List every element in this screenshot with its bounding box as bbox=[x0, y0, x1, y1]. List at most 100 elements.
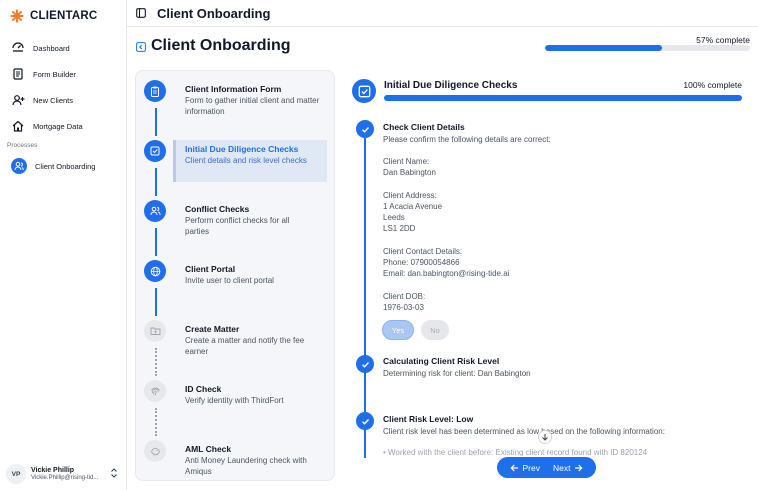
client-address-label: Client Address: bbox=[383, 191, 437, 200]
sidebar-item-label: Mortgage Data bbox=[33, 121, 83, 131]
form-icon bbox=[11, 67, 25, 81]
overall-progress-bar bbox=[545, 45, 750, 51]
client-address-line: Leeds bbox=[383, 213, 405, 222]
overall-progress-fill bbox=[545, 45, 662, 51]
no-button[interactable]: No bbox=[421, 320, 449, 340]
sidebar-item-label: Client Onboarding bbox=[35, 161, 96, 171]
brand[interactable]: CLIENTARC bbox=[10, 9, 97, 23]
step-title: Conflict Checks bbox=[185, 204, 250, 214]
detail-progress-fill bbox=[384, 95, 742, 101]
chevron-up-down-icon bbox=[111, 468, 117, 478]
step-title: Client Information Form bbox=[185, 84, 282, 94]
next-button[interactable]: Next bbox=[553, 462, 584, 473]
checkbox-icon bbox=[144, 140, 166, 162]
prev-label: Prev bbox=[522, 462, 540, 473]
avatar: VP bbox=[6, 464, 26, 484]
add-user-icon bbox=[11, 93, 25, 107]
piggy-bank-icon bbox=[144, 440, 166, 462]
step-title: ID Check bbox=[185, 384, 222, 394]
folder-icon bbox=[144, 320, 166, 342]
step-title: Client Portal bbox=[185, 264, 236, 274]
prev-button[interactable]: Prev bbox=[509, 462, 540, 473]
steps-panel: Client Information Form Form to gather i… bbox=[135, 70, 335, 481]
step-description: Form to gather initial client and matter… bbox=[185, 96, 320, 117]
brand-logo-icon bbox=[10, 9, 24, 23]
step-connector bbox=[155, 108, 157, 136]
sidebar-item-label: New Clients bbox=[33, 95, 74, 105]
checkbox-icon bbox=[352, 79, 376, 103]
client-contact-label: Client Contact Details: bbox=[383, 247, 463, 256]
brand-name: CLIENTARC bbox=[30, 10, 98, 22]
user-email: Vickie.Phillip@rising-tid... bbox=[31, 474, 99, 481]
home-icon bbox=[11, 119, 25, 133]
yes-button[interactable]: Yes bbox=[382, 320, 414, 340]
risk-bullet: • Worked with the client before: Existin… bbox=[383, 448, 648, 456]
client-dob-label: Client DOB: bbox=[383, 292, 426, 301]
sidebar-item-label: Dashboard bbox=[33, 43, 70, 53]
timeline-line bbox=[364, 428, 366, 458]
step-description: Anti Money Laundering check with Amiqus bbox=[185, 456, 307, 477]
sidebar-toggle-icon[interactable] bbox=[136, 8, 146, 18]
topbar: Client Onboarding bbox=[127, 0, 758, 27]
clipboard-icon bbox=[144, 80, 166, 102]
section-label-processes: Processes bbox=[7, 142, 38, 149]
sidebar-item-mortgage-data[interactable]: Mortgage Data bbox=[8, 115, 120, 137]
fingerprint-icon bbox=[144, 380, 166, 402]
pager: Prev Next bbox=[497, 457, 596, 478]
check-icon bbox=[356, 355, 374, 373]
sidebar-item-new-clients[interactable]: New Clients bbox=[8, 89, 120, 111]
detail-progress-label: 100% complete bbox=[683, 80, 742, 90]
check-icon bbox=[356, 412, 374, 430]
sidebar-item-dashboard[interactable]: Dashboard bbox=[8, 37, 120, 59]
check-title: Client Risk Level: Low bbox=[383, 414, 474, 424]
timeline-line bbox=[364, 138, 366, 356]
arrow-left-icon bbox=[509, 464, 518, 471]
step-title: AML Check bbox=[185, 444, 232, 454]
step-connector bbox=[155, 288, 157, 316]
client-email: Email: dan.babington@rising-tide.ai bbox=[383, 269, 510, 278]
check-text: Determining risk for client: Dan Babingt… bbox=[383, 369, 531, 378]
step-connector bbox=[155, 168, 157, 196]
user-name: Vickie Phillip bbox=[31, 466, 75, 474]
arrow-right-icon bbox=[575, 464, 584, 471]
users-icon bbox=[144, 200, 166, 222]
dashboard-icon bbox=[11, 41, 25, 55]
client-phone: Phone: 07900054866 bbox=[383, 258, 460, 267]
scroll-down-button[interactable] bbox=[538, 430, 552, 444]
step-connector-pending bbox=[155, 408, 157, 436]
step-description: Invite user to client portal bbox=[185, 276, 274, 285]
next-label: Next bbox=[553, 462, 571, 473]
step-connector bbox=[155, 228, 157, 256]
check-title: Check Client Details bbox=[383, 122, 465, 132]
sidebar: CLIENTARC Dashboard Form Builder New Cli… bbox=[0, 0, 127, 490]
users-icon bbox=[11, 158, 27, 174]
overall-progress-label: 57% complete bbox=[696, 35, 750, 45]
check-intro: Please confirm the following details are… bbox=[383, 135, 551, 144]
step-title: Create Matter bbox=[185, 324, 240, 334]
sidebar-item-client-onboarding[interactable]: Client Onboarding bbox=[8, 155, 120, 177]
step-title: Initial Due Diligence Checks bbox=[185, 144, 299, 154]
page-title: Client Onboarding bbox=[151, 37, 291, 54]
step-description: Verify identity with ThirdFort bbox=[185, 396, 284, 405]
client-address-line: 1 Acacia Avenue bbox=[383, 202, 443, 211]
globe-icon bbox=[144, 260, 166, 282]
detail-title: Initial Due Diligence Checks bbox=[384, 80, 518, 91]
detail-progress-bar bbox=[384, 95, 742, 101]
client-dob-value: 1976-03-03 bbox=[383, 303, 424, 312]
step-connector-pending bbox=[155, 348, 157, 376]
client-address-line: LS1 2DD bbox=[383, 224, 416, 233]
step-description: Perform conflict checks for all parties bbox=[185, 216, 290, 237]
sidebar-item-form-builder[interactable]: Form Builder bbox=[8, 63, 120, 85]
check-text: Client risk level has been determined as… bbox=[383, 427, 665, 436]
timeline-line bbox=[364, 372, 366, 412]
topbar-title: Client Onboarding bbox=[157, 5, 271, 21]
back-icon[interactable] bbox=[136, 42, 146, 52]
step-description: Create a matter and notify the fee earne… bbox=[185, 336, 305, 357]
step-description: Client details and risk level checks bbox=[185, 156, 307, 165]
arrow-down-icon bbox=[542, 434, 548, 441]
sidebar-item-label: Form Builder bbox=[33, 69, 76, 79]
check-title: Calculating Client Risk Level bbox=[383, 356, 500, 366]
user-menu[interactable]: VP Vickie Phillip Vickie.Phillip@rising-… bbox=[6, 461, 122, 487]
client-name-label: Client Name: bbox=[383, 157, 430, 166]
client-name-value: Dan Babington bbox=[383, 168, 436, 177]
